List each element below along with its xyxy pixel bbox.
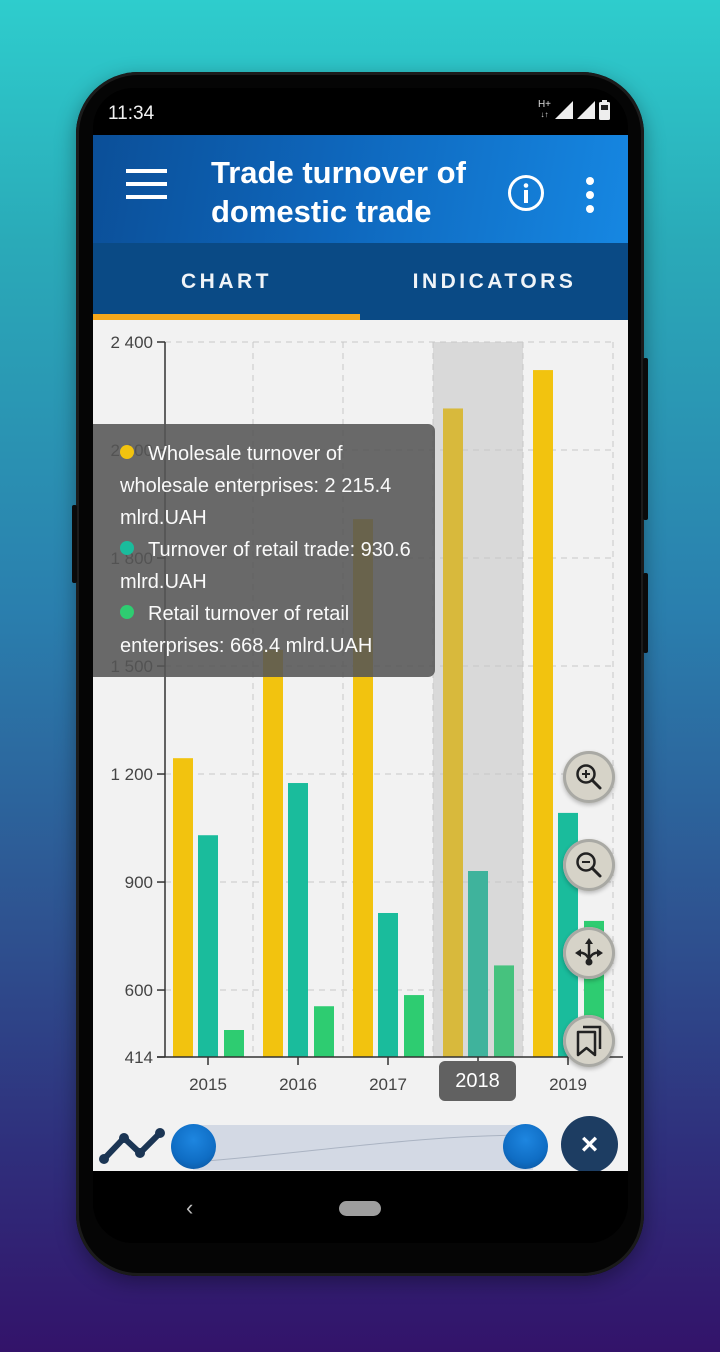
signal-icon <box>577 101 595 119</box>
y-tick-label: 900 <box>125 873 153 892</box>
chart-panel: 4146009001 2001 5001 8002 1002 400201520… <box>93 320 628 1173</box>
y-tick-label: 414 <box>125 1048 153 1067</box>
bar-2018-series-1 <box>443 408 463 1057</box>
zoom-out-button[interactable] <box>563 839 615 891</box>
tooltip-text: Turnover of retail trade: 930.6 mlrd.UAH <box>120 539 411 593</box>
network-type-icon: H+ ↓↑ <box>537 99 551 120</box>
range-slider-end-handle[interactable] <box>503 1124 548 1169</box>
close-button[interactable]: × <box>561 1116 618 1173</box>
bar-2015-series-2 <box>198 835 218 1057</box>
range-slider-track[interactable] <box>193 1125 533 1170</box>
x-tick-label: 2015 <box>189 1075 227 1094</box>
zoom-out-icon <box>576 852 602 878</box>
system-nav-bar: ‹ <box>93 1171 628 1243</box>
battery-icon <box>599 100 610 120</box>
tooltip-item-retail-enterprises: Retail turnover of retail enterprises: 6… <box>120 598 425 662</box>
network-type-label: H+ <box>537 99 551 110</box>
tab-indicators-label: INDICATORS <box>412 269 577 293</box>
page-title-line-1: Trade turnover of <box>211 155 466 190</box>
volume-button <box>643 573 648 653</box>
x-tick-label: 2016 <box>279 1075 317 1094</box>
tab-chart[interactable]: CHART <box>93 243 360 320</box>
bar-2018-series-2 <box>468 871 488 1057</box>
info-icon[interactable] <box>507 174 545 212</box>
pan-arrows-icon <box>575 938 603 966</box>
bookmarks-icon <box>576 1025 602 1057</box>
y-tick-label: 2 400 <box>110 333 153 352</box>
bar-2016-series-3 <box>314 1006 334 1057</box>
status-bar: 11:34 H+ ↓↑ <box>93 88 628 135</box>
pan-button[interactable] <box>563 927 615 979</box>
nav-home-button[interactable] <box>339 1201 381 1216</box>
bookmarks-button[interactable] <box>563 1015 615 1067</box>
legend-dot-retail-enterprises <box>120 605 134 619</box>
bar-2018-series-3 <box>494 965 514 1057</box>
close-icon: × <box>580 1127 599 1161</box>
y-tick-label: 1 200 <box>110 765 153 784</box>
legend-dot-retail-trade <box>120 541 134 555</box>
x-tick-label: 2017 <box>369 1075 407 1094</box>
page-title: Trade turnover of domestic trade <box>211 153 501 231</box>
zoom-in-icon <box>576 764 602 790</box>
power-button <box>643 358 648 520</box>
bar-2017-series-2 <box>378 912 398 1057</box>
status-icons: H+ ↓↑ <box>538 100 610 120</box>
x-tick-label: 2019 <box>549 1075 587 1094</box>
side-key <box>72 505 77 583</box>
bar-2017-series-3 <box>404 995 424 1057</box>
tooltip-text: Wholesale turnover of wholesale enterpri… <box>120 443 392 529</box>
zoom-in-button[interactable] <box>563 751 615 803</box>
signal-icon <box>555 101 573 119</box>
tooltip-item-wholesale: Wholesale turnover of wholesale enterpri… <box>120 438 425 534</box>
tab-chart-label: CHART <box>181 269 272 293</box>
more-vert-icon[interactable] <box>580 177 600 213</box>
x-axis-crosshair-label: 2018 <box>439 1061 516 1101</box>
app-bar: Trade turnover of domestic trade <box>93 135 628 243</box>
screen: 11:34 H+ ↓↑ Trade turnover of domestic tr… <box>93 88 628 1243</box>
tab-bar: CHART INDICATORS <box>93 243 628 320</box>
hamburger-menu-icon[interactable] <box>126 169 168 203</box>
status-time: 11:34 <box>108 103 155 124</box>
bar-2016-series-2 <box>288 783 308 1057</box>
bar-2016-series-1 <box>263 649 283 1057</box>
bar-2015-series-3 <box>224 1029 244 1057</box>
nav-back-button[interactable]: ‹ <box>186 1195 193 1221</box>
chart-controls: × <box>93 1102 628 1173</box>
tab-indicators[interactable]: INDICATORS <box>361 243 628 320</box>
range-slider-preview-line <box>193 1134 533 1163</box>
bar-2019-series-1 <box>533 370 553 1058</box>
legend-dot-wholesale <box>120 445 134 459</box>
page-title-line-2: domestic trade <box>211 194 432 229</box>
line-chart-icon[interactable] <box>96 1122 166 1166</box>
tooltip-item-retail-trade: Turnover of retail trade: 930.6 mlrd.UAH <box>120 534 425 598</box>
y-tick-label: 600 <box>125 981 153 1000</box>
bar-2015-series-1 <box>173 758 193 1057</box>
tooltip-text: Retail turnover of retail enterprises: 6… <box>120 603 373 657</box>
chart-tooltip: Wholesale turnover of wholesale enterpri… <box>93 424 435 677</box>
range-slider-start-handle[interactable] <box>171 1124 216 1169</box>
